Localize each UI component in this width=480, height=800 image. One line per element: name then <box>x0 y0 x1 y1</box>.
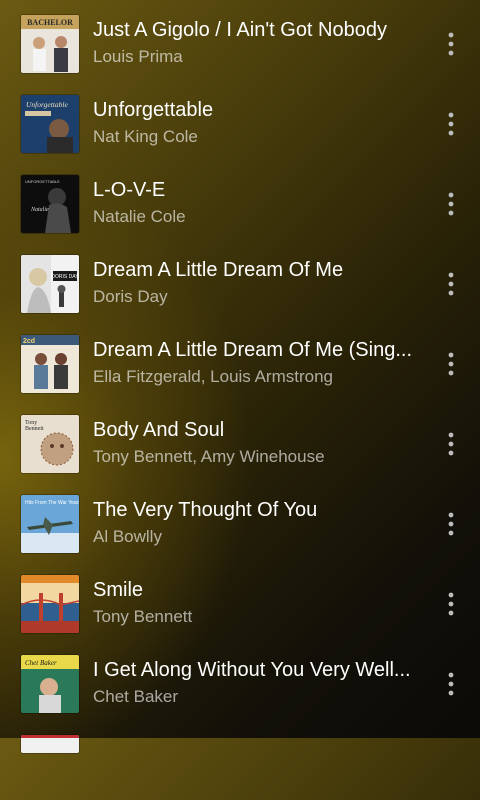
more-vert-icon[interactable] <box>436 662 466 706</box>
song-title: Unforgettable <box>93 99 214 121</box>
song-artist: Ella Fitzgerald, Louis Armstrong <box>93 367 333 386</box>
song-row[interactable]: UNFORGETTABLE Natalie L-O-V-E Natalie Co… <box>0 160 480 240</box>
album-art: Chet Baker <box>21 655 79 713</box>
svg-text:BACHELOR: BACHELOR <box>27 18 73 27</box>
album-art: 2cd <box>21 335 79 393</box>
song-list: BACHELOR Just A Gigolo / I Ain't Got Nob… <box>0 0 480 753</box>
svg-text:DORIS DAY: DORIS DAY <box>51 274 79 280</box>
song-row[interactable]: Smile Tony Bennett <box>0 560 480 640</box>
song-title: I Get Along Without You Very Well... <box>93 659 411 681</box>
album-art: UNFORGETTABLE Natalie <box>21 175 79 233</box>
svg-text:Hits From The War Years: Hits From The War Years <box>25 500 79 506</box>
svg-text:2cd: 2cd <box>23 338 35 345</box>
song-title: Dream A Little Dream Of Me <box>93 259 344 281</box>
more-vert-icon[interactable] <box>436 342 466 386</box>
song-artist: Louis Prima <box>93 47 183 66</box>
album-art: BACHELOR <box>21 15 79 73</box>
svg-text:Bennett: Bennett <box>25 426 44 432</box>
more-vert-icon[interactable] <box>436 262 466 306</box>
svg-text:Natalie: Natalie <box>30 207 49 213</box>
more-vert-icon[interactable] <box>436 102 466 146</box>
more-vert-icon[interactable] <box>436 502 466 546</box>
song-artist: Tony Bennett <box>93 607 193 626</box>
song-row[interactable]: 2cd Dream A Little Dream Of Me (Sing... … <box>0 320 480 400</box>
song-title: Just A Gigolo / I Ain't Got Nobody <box>93 19 387 41</box>
song-artist: Doris Day <box>93 287 168 306</box>
song-row-partial[interactable] <box>0 720 480 800</box>
svg-text:Unforgettable: Unforgettable <box>26 100 68 109</box>
album-art <box>21 575 79 633</box>
song-title: Body And Soul <box>93 419 225 441</box>
song-artist: Nat King Cole <box>93 127 198 146</box>
song-row[interactable]: DORIS DAY Dream A Little Dream Of Me Dor… <box>0 240 480 320</box>
song-row[interactable]: Unforgettable Unforgettable Nat King Col… <box>0 80 480 160</box>
song-title: Smile <box>93 579 144 601</box>
song-row[interactable]: BACHELOR Just A Gigolo / I Ain't Got Nob… <box>0 0 480 80</box>
album-art: Unforgettable <box>21 95 79 153</box>
more-vert-icon[interactable] <box>436 582 466 626</box>
song-title: Dream A Little Dream Of Me (Sing... <box>93 339 412 361</box>
song-title: L-O-V-E <box>93 179 166 201</box>
more-vert-icon[interactable] <box>436 182 466 226</box>
svg-text:Chet Baker: Chet Baker <box>25 659 57 667</box>
song-row[interactable]: Chet Baker I Get Along Without You Very … <box>0 640 480 720</box>
song-row[interactable]: Tony Bennett Body And Soul Tony Bennett,… <box>0 400 480 480</box>
more-vert-icon[interactable] <box>436 22 466 66</box>
song-row[interactable]: Hits From The War Years The Very Thought… <box>0 480 480 560</box>
song-artist: Natalie Cole <box>93 207 186 226</box>
song-artist: Tony Bennett, Amy Winehouse <box>93 447 325 466</box>
album-art: DORIS DAY <box>21 255 79 313</box>
more-vert-icon[interactable] <box>436 422 466 466</box>
album-art: Tony Bennett <box>21 415 79 473</box>
album-art: Hits From The War Years <box>21 495 79 553</box>
song-title: The Very Thought Of You <box>93 499 318 521</box>
song-artist: Chet Baker <box>93 687 179 706</box>
svg-text:UNFORGETTABLE: UNFORGETTABLE <box>25 179 60 184</box>
song-artist: Al Bowlly <box>93 527 162 546</box>
